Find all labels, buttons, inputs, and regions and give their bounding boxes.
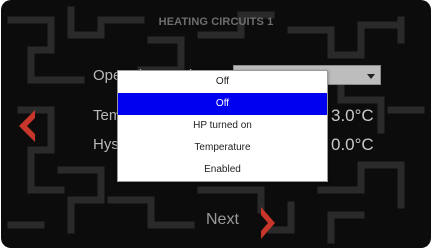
dropdown-option-off[interactable]: Off — [118, 71, 327, 93]
chevron-down-icon — [367, 74, 375, 79]
hysteresis-value[interactable]: 0.0°C — [331, 135, 374, 155]
chevron-left-icon[interactable] — [15, 110, 37, 142]
dropdown-option-enabled[interactable]: Enabled — [118, 159, 327, 181]
heating-circuit-screen: HEATING CIRCUITS 1 Operation mode Off Te… — [1, 0, 431, 248]
chevron-right-icon[interactable] — [259, 207, 277, 239]
dropdown-option-temperature[interactable]: Temperature — [118, 137, 327, 159]
operation-mode-dropdown: Off Off HP turned on Temperature Enabled — [117, 70, 328, 182]
dropdown-option-hp-turned-on[interactable]: HP turned on — [118, 115, 327, 137]
next-button-label[interactable]: Next — [206, 211, 239, 229]
page-title: HEATING CIRCUITS 1 — [158, 16, 274, 28]
temperature-value[interactable]: 3.0°C — [331, 106, 374, 126]
dropdown-option-off-selected[interactable]: Off — [118, 93, 327, 115]
